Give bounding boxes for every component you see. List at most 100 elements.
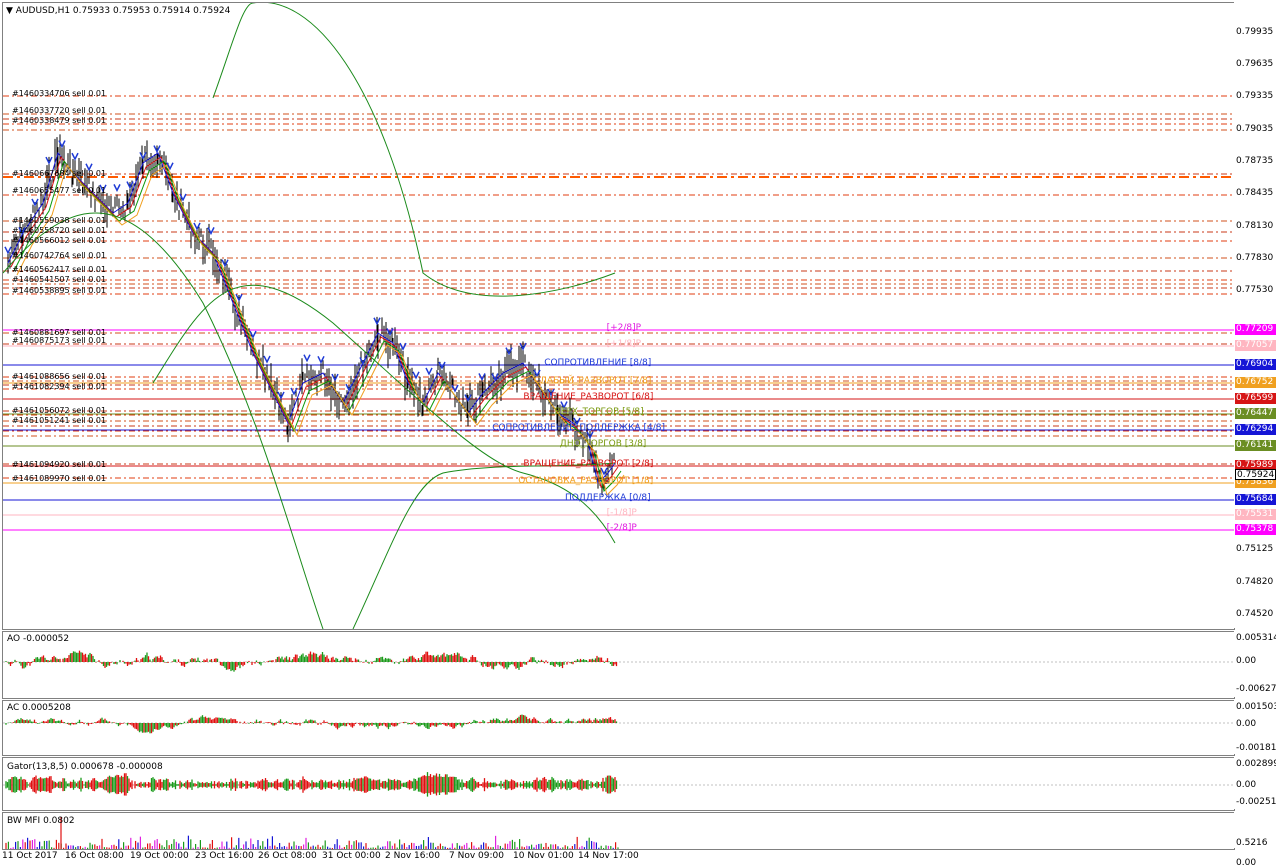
order-label: #1460558720 sell 0.01 [12, 226, 107, 235]
ac-label: AC 0.0005208 [7, 703, 71, 713]
murrey-price-tag: 0.76294 [1235, 424, 1276, 435]
murrey-label: ПОДДЕРЖКА [0/8] [565, 493, 651, 503]
order-label: #1460562417 sell 0.01 [12, 265, 107, 274]
murrey-price-tag: 0.76447 [1235, 408, 1276, 419]
murrey-label: ОСТАНОВКА_РАЗВОРОТ [1/8] [518, 476, 654, 486]
mfi-label: BW MFI 0.0802 [7, 816, 75, 826]
gator-tick: -0.002511 [1236, 797, 1276, 807]
fractal-marker [71, 152, 79, 161]
murrey-label: СЛАБЫЙ_РАЗВОРОТ [7/8] [533, 376, 652, 386]
envelope-line [212, 3, 616, 297]
price-chart-canvas[interactable] [3, 3, 1234, 629]
order-label: #1461051241 sell 0.01 [12, 416, 107, 425]
price-tick: 0.79635 [1236, 59, 1274, 70]
gator-pane[interactable]: Gator(13,8,5) 0.000678 -0.000008 [2, 757, 1235, 811]
time-tick: 26 Oct 08:00 [258, 851, 317, 861]
ac-scale: 0.001503 0.00 -0.001816 [1234, 700, 1276, 754]
ac-histogram [3, 714, 1234, 734]
murrey-price-tag: 0.77057 [1235, 340, 1276, 351]
murrey-label: [-1/8]P [606, 508, 637, 518]
order-label: #1461056072 sell 0.01 [12, 406, 107, 415]
ac-pane[interactable]: AC 0.0005208 [2, 700, 1235, 756]
price-tick: 0.78435 [1236, 188, 1274, 199]
price-tick: 0.74520 [1236, 609, 1274, 619]
order-label: #1461082394 sell 0.01 [12, 382, 107, 391]
time-tick: 19 Oct 00:00 [130, 851, 189, 861]
murrey-price-tag: 0.76599 [1235, 393, 1276, 404]
order-label: #1461094920 sell 0.01 [12, 460, 107, 469]
ao-tick: -0.006274 [1236, 684, 1276, 694]
current-price-tag: 0.75924 [1235, 469, 1276, 480]
mfi-histogram [5, 817, 619, 849]
order-label: #1460541507 sell 0.01 [12, 275, 107, 284]
time-tick: 31 Oct 00:00 [322, 851, 381, 861]
mfi-pane[interactable]: BW MFI 0.0802 [2, 812, 1235, 850]
murrey-price-tag: 0.75684 [1235, 494, 1276, 505]
fractal-marker [451, 384, 459, 393]
time-tick: 23 Oct 16:00 [195, 851, 254, 861]
price-scale[interactable]: 0.79935 0.79635 0.79335 0.79035 0.78735 0.784… [1234, 2, 1276, 628]
price-tick: 0.78130 [1236, 221, 1274, 231]
ao-tick: 0.00 [1236, 656, 1257, 666]
murrey-price-tag: 0.76904 [1235, 359, 1276, 370]
symbol-info: AUDUSD,H1 0.75933 0.75953 0.75914 0.7592… [15, 6, 231, 16]
fractal-marker [263, 355, 271, 364]
order-label: #1460655477 sell 0.01 [12, 186, 107, 195]
gator-scale: 0.002899 0.00 -0.002511 [1234, 757, 1276, 809]
moving-average-line [10, 155, 619, 488]
time-tick: 11 Oct 2017 [2, 851, 58, 861]
murrey-price-tag: 0.76752 [1235, 377, 1276, 388]
price-tick: 0.79335 [1236, 91, 1274, 102]
ao-scale: 0.005314 0.00 -0.006274 [1234, 631, 1276, 697]
fractal-marker [113, 184, 121, 193]
gator-tick: 0.00 [1236, 780, 1257, 790]
order-label: #1460338479 sell 0.01 [12, 116, 107, 125]
order-label: #1460337720 sell 0.01 [12, 106, 107, 115]
order-label: #1461089970 sell 0.01 [12, 474, 107, 483]
mfi-scale: 0.5216 0.00 [1234, 812, 1276, 868]
menu-triangle-icon[interactable]: ▼ [6, 6, 13, 16]
mfi-tick: 0.5216 [1236, 838, 1268, 848]
price-tick: 0.79035 [1236, 123, 1274, 134]
price-tick: 0.77530 [1236, 285, 1274, 296]
chart-header: ▼ AUDUSD,H1 0.75933 0.75953 0.75914 0.75… [6, 6, 230, 16]
murrey-price-tag: 0.75378 [1235, 524, 1276, 535]
fractal-marker [478, 373, 486, 382]
ao-pane[interactable]: AO -0.000052 [2, 631, 1235, 699]
murrey-price-tag: 0.77209 [1235, 324, 1276, 335]
fractal-marker [425, 367, 433, 376]
murrey-label: [+2/8]P [606, 323, 642, 333]
order-label: #1460667684 sell 0.01 [12, 169, 107, 178]
murrey-label: ВРАЩЕНИЕ_РАЗВОРОТ [6/8] [523, 392, 654, 402]
price-tick: 0.74820 [1236, 576, 1274, 587]
time-tick: 7 Nov 09:00 [449, 851, 504, 861]
main-chart-pane[interactable]: ▼ AUDUSD,H1 0.75933 0.75953 0.75914 0.75… [2, 2, 1235, 630]
fractal-marker [4, 246, 12, 255]
time-tick: 14 Nov 17:00 [578, 851, 639, 861]
order-label: #1460559038 sell 0.01 [12, 216, 107, 225]
murrey-label: [-2/8]P [606, 523, 637, 533]
order-label: #1461088656 sell 0.01 [12, 372, 107, 381]
order-label: #1460566012 sell 0.01 [12, 236, 107, 245]
ao-label: AO -0.000052 [7, 634, 70, 644]
order-label: #1460875173 sell 0.01 [12, 336, 107, 345]
ac-tick: 0.00 [1236, 719, 1257, 729]
gator-histogram [3, 772, 1234, 797]
price-tick: 0.75125 [1236, 543, 1274, 554]
time-tick: 2 Nov 16:00 [385, 851, 440, 861]
murrey-label: ДНО_ТОРГОВ [3/8] [559, 439, 647, 449]
murrey-label: СОПРОТИВЛЕНИЕ [8/8] [544, 358, 652, 368]
time-tick: 10 Nov 01:00 [513, 851, 574, 861]
envelope-line [352, 462, 616, 629]
price-tick: 0.77830 [1236, 253, 1274, 264]
murrey-label: ВРАЩЕНИЕ_РАЗВОРОТ [2/8] [523, 459, 654, 469]
order-label: #1460538895 sell 0.01 [12, 286, 107, 295]
ao-tick: 0.005314 [1236, 633, 1276, 643]
price-tick: 0.79935 [1236, 27, 1274, 37]
ac-tick: 0.001503 [1236, 702, 1276, 712]
murrey-label: ВЕРХ_ТОРГОВ [5/8] [554, 407, 644, 417]
gator-tick: 0.002899 [1236, 759, 1276, 769]
ao-histogram [3, 650, 1234, 672]
murrey-label: СОПРОТИВЛЕНИЕ_ПОДДЕРЖКА [4/8] [492, 423, 666, 433]
ac-tick: -0.001816 [1236, 743, 1276, 753]
